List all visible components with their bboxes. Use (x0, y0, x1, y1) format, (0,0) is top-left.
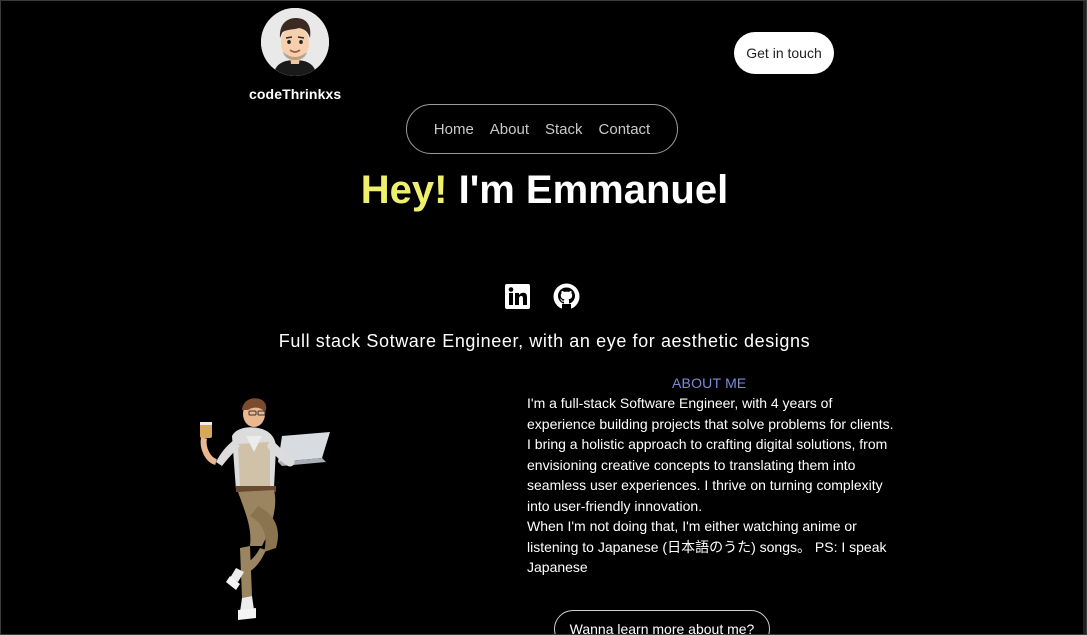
brand-name: codeThrinkxs (249, 86, 342, 102)
nav-item-home[interactable]: Home (434, 121, 474, 138)
hero-greeting: Hey! (360, 168, 448, 212)
about-paragraph: I bring a holistic approach to crafting … (527, 436, 888, 514)
linkedin-link[interactable] (504, 283, 531, 310)
developer-illustration (186, 396, 336, 631)
brand-logo[interactable]: codeThrinkxs (249, 8, 341, 102)
nav-item-contact[interactable]: Contact (599, 121, 651, 138)
tagline: Full stack Sotware Engineer, with an eye… (278, 331, 811, 351)
about-text: I'm a full-stack Software Engineer, with… (527, 393, 899, 578)
hero-name: I'm Emmanuel (458, 168, 729, 212)
github-icon (553, 283, 580, 310)
scrollbar[interactable] (1083, 1, 1086, 634)
about-label: ABOUT ME (672, 375, 747, 391)
main-nav: Home About Stack Contact (406, 104, 678, 154)
get-in-touch-button[interactable]: Get in touch (734, 32, 834, 74)
page: codeThrinkxs Get in touch Home About Sta… (0, 0, 1087, 635)
nav-item-stack[interactable]: Stack (545, 121, 583, 138)
github-link[interactable] (553, 283, 580, 310)
cartoon-avatar-icon (261, 8, 329, 76)
social-links (504, 283, 580, 310)
about-paragraph: I'm a full-stack Software Engineer, with… (527, 395, 894, 432)
linkedin-icon (505, 284, 530, 309)
hero-heading: Hey! I'm Emmanuel (1, 168, 1086, 213)
nav-item-about[interactable]: About (490, 121, 529, 138)
avatar (261, 8, 329, 76)
dancing-developer-icon (200, 398, 330, 620)
learn-more-button[interactable]: Wanna learn more about me? (554, 610, 770, 634)
about-paragraph: When I'm not doing that, I'm either watc… (527, 518, 887, 575)
